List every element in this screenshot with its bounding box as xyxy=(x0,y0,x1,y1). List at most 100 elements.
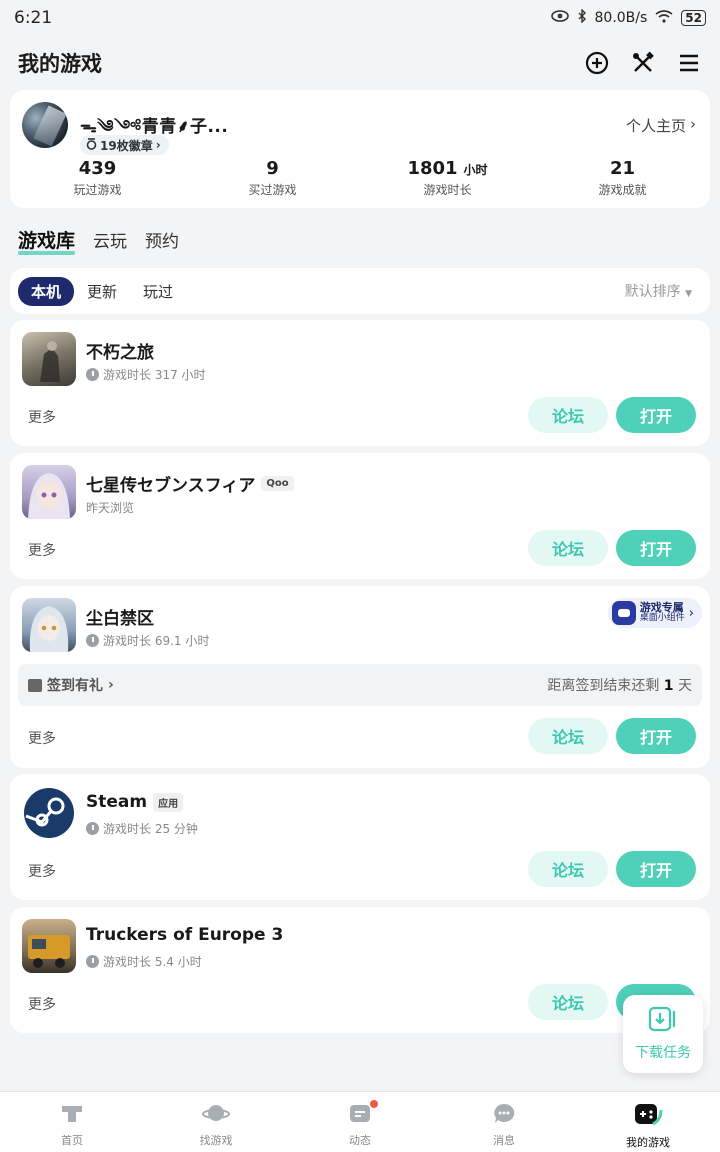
menu-icon[interactable] xyxy=(676,50,702,76)
game-title: Truckers of Europe 3 xyxy=(86,925,283,945)
forum-button[interactable]: 论坛 xyxy=(528,397,608,433)
avatar[interactable] xyxy=(22,102,68,148)
stat-played[interactable]: 439 玩过游戏 xyxy=(10,158,185,198)
signin-label: 签到有礼 xyxy=(47,678,103,694)
nav-label: 找游戏 xyxy=(199,1134,233,1147)
more-link[interactable]: 更多 xyxy=(28,728,56,748)
download-icon xyxy=(648,1006,678,1036)
page-header: 我的游戏 xyxy=(0,40,720,86)
filter-local[interactable]: 本机 xyxy=(18,276,75,306)
add-circle-icon[interactable] xyxy=(584,50,610,76)
stat-label: 游戏成就 xyxy=(598,183,647,197)
game-title-text: Truckers of Europe 3 xyxy=(86,925,284,945)
filter-played[interactable]: 玩过 xyxy=(130,277,186,306)
home-icon xyxy=(60,1102,84,1128)
open-button[interactable]: 打开 xyxy=(616,530,696,566)
nav-my-games[interactable]: 我的游戏 xyxy=(576,1092,720,1152)
forum-button[interactable]: 论坛 xyxy=(528,718,608,754)
stat-playtime[interactable]: 1801 小时 游戏时长 xyxy=(360,158,535,198)
game-subtitle-text: 游戏时长 69.1 小时 xyxy=(103,634,210,648)
game-title: 七星传セブンスフィア Qoo xyxy=(86,471,294,496)
nav-label: 首页 xyxy=(61,1134,83,1147)
profile-stats: 439 玩过游戏 9 买过游戏 1801 小时 游戏时长 21 游戏成就 xyxy=(10,158,710,198)
page-title: 我的游戏 xyxy=(18,52,102,76)
forum-button[interactable]: 论坛 xyxy=(528,530,608,566)
nav-messages[interactable]: 消息 xyxy=(432,1092,576,1152)
stat-value: 439 xyxy=(78,158,117,179)
stat-label: 游戏时长 xyxy=(423,183,472,197)
tab-library[interactable]: 游戏库 xyxy=(18,226,76,255)
gamepad-widget-icon xyxy=(611,601,636,625)
desktop-widget-button[interactable]: 游戏专属 桌面小组件 › xyxy=(607,598,702,628)
game-icon xyxy=(22,332,76,386)
tab-reserve[interactable]: 预约 xyxy=(145,227,179,252)
widget-line1: 游戏专属 xyxy=(639,601,684,614)
tools-icon[interactable] xyxy=(630,50,656,76)
medal-icon xyxy=(86,137,97,153)
stat-bought[interactable]: 9 买过游戏 xyxy=(185,158,360,198)
signin-bar[interactable]: 签到有礼 › 距离签到结束还剩 1 天 xyxy=(18,664,702,706)
gift-icon xyxy=(28,678,42,692)
game-icon xyxy=(22,598,76,652)
nav-feed[interactable]: 动态 xyxy=(288,1092,432,1152)
stat-value: 9 xyxy=(266,158,279,179)
forum-button[interactable]: 论坛 xyxy=(528,851,608,887)
badge-count[interactable]: 19枚徽章 › xyxy=(80,135,169,155)
game-title-text: 七星传セブンスフィア xyxy=(86,476,256,496)
clock-icon xyxy=(86,634,99,647)
open-button[interactable]: 打开 xyxy=(616,397,696,433)
open-button[interactable]: 打开 xyxy=(616,851,696,887)
stat-label: 玩过游戏 xyxy=(73,183,122,197)
clock-icon xyxy=(86,955,99,968)
game-card[interactable]: Truckers of Europe 3 游戏时长 5.4 小时 更多 论坛 打… xyxy=(10,907,710,1033)
status-right: 80.0B/s 52 xyxy=(550,8,706,27)
nav-label: 消息 xyxy=(493,1134,515,1147)
planet-icon xyxy=(202,1102,230,1128)
game-subtitle-text: 游戏时长 25 分钟 xyxy=(103,822,198,836)
more-link[interactable]: 更多 xyxy=(28,540,56,560)
game-subtitle-text: 游戏时长 317 小时 xyxy=(103,368,206,382)
forum-button[interactable]: 论坛 xyxy=(528,984,608,1020)
nav-home[interactable]: 首页 xyxy=(0,1092,144,1152)
chevron-right-icon: › xyxy=(688,605,694,621)
filter-bar: 本机 更新 玩过 默认排序 ▼ xyxy=(10,268,710,314)
profile-card[interactable]: ᯓ༄༺青青⸙子... 19枚徽章 › 个人主页 › 439 玩过游戏 9 买过游… xyxy=(10,90,710,208)
profile-home-link[interactable]: 个人主页 › xyxy=(626,115,696,136)
sort-dropdown[interactable]: 默认排序 ▼ xyxy=(625,281,702,301)
stat-achievements[interactable]: 21 游戏成就 xyxy=(535,158,710,198)
bluetooth-icon xyxy=(577,8,587,27)
more-link[interactable]: 更多 xyxy=(28,407,56,427)
download-tasks-label: 下载任务 xyxy=(635,1045,691,1061)
bottom-nav: 首页 找游戏 动态 消息 我的游戏 xyxy=(0,1091,720,1152)
stat-label: 买过游戏 xyxy=(248,183,297,197)
status-bar: 6:21 80.0B/s 52 xyxy=(0,0,720,36)
chevron-right-icon: › xyxy=(155,138,161,152)
game-card[interactable]: 不朽之旅 游戏时长 317 小时 更多 论坛 打开 xyxy=(10,320,710,446)
open-button[interactable]: 打开 xyxy=(616,718,696,754)
countdown-prefix: 距离签到结束还剩 xyxy=(547,678,660,694)
widget-text: 游戏专属 桌面小组件 xyxy=(640,602,685,624)
chat-icon xyxy=(492,1102,516,1128)
tab-cloud[interactable]: 云玩 xyxy=(93,227,127,252)
game-title-text: 尘白禁区 xyxy=(86,609,154,629)
eye-icon xyxy=(550,10,569,26)
game-card[interactable]: Steam 应用 游戏时长 25 分钟 更多 论坛 打开 xyxy=(10,774,710,900)
stat-value: 21 xyxy=(609,158,636,179)
game-card[interactable]: 七星传セブンスフィア Qoo 昨天浏览 更多 论坛 打开 xyxy=(10,453,710,579)
nav-discover[interactable]: 找游戏 xyxy=(144,1092,288,1152)
game-card[interactable]: 尘白禁区 游戏时长 69.1 小时 游戏专属 桌面小组件 › 签到有礼 › 距离… xyxy=(10,586,710,768)
more-link[interactable]: 更多 xyxy=(28,861,56,881)
game-subtitle-text: 昨天浏览 xyxy=(86,501,135,515)
game-subtitle: 游戏时长 69.1 小时 xyxy=(86,632,209,649)
network-speed: 80.0B/s xyxy=(594,10,648,26)
clock-icon xyxy=(86,368,99,381)
app-tag: 应用 xyxy=(153,792,184,812)
notification-dot xyxy=(370,1100,378,1108)
main-tabs: 游戏库 云玩 预约 xyxy=(18,226,179,255)
filter-updates[interactable]: 更新 xyxy=(74,277,130,306)
more-link[interactable]: 更多 xyxy=(28,994,56,1014)
feed-icon xyxy=(348,1102,372,1128)
signin-link[interactable]: 签到有礼 › xyxy=(28,675,114,695)
download-tasks-button[interactable]: 下载任务 xyxy=(623,995,703,1073)
badge-count-label: 19枚徽章 xyxy=(100,138,153,153)
